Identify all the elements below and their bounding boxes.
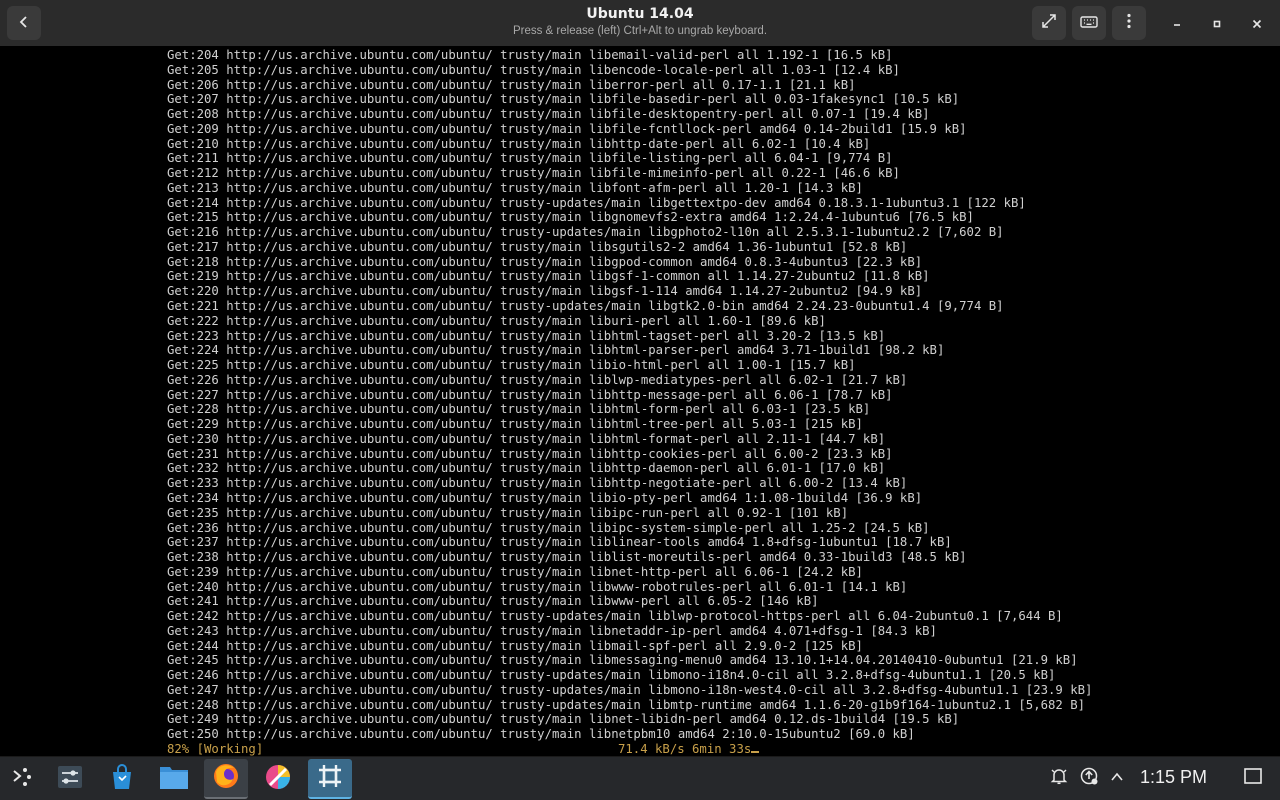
minimize-button[interactable] (1160, 6, 1194, 40)
notifications-icon (1049, 766, 1069, 790)
taskbar: 1:15 PM (0, 756, 1280, 800)
terminal-line: Get:241 http://us.archive.ubuntu.com/ubu… (167, 594, 819, 609)
show-desktop-icon (1243, 766, 1263, 790)
terminal-line: Get:244 http://us.archive.ubuntu.com/ubu… (167, 638, 863, 653)
maximize-icon (1212, 14, 1222, 33)
window-titlebar: Ubuntu 14.04 Press & release (left) Ctrl… (0, 0, 1280, 46)
minimize-icon (1172, 14, 1182, 33)
terminal-line: Get:231 http://us.archive.ubuntu.com/ubu… (167, 446, 893, 461)
system-settings-icon (56, 763, 84, 795)
terminal-line: Get:227 http://us.archive.ubuntu.com/ubu… (167, 387, 893, 402)
fullscreen-icon (1041, 13, 1057, 33)
terminal-line: Get:232 http://us.archive.ubuntu.com/ubu… (167, 461, 886, 476)
terminal-line: Get:235 http://us.archive.ubuntu.com/ubu… (167, 505, 849, 520)
download-rate-text: 71.4 kB/s 6min 33s (618, 742, 752, 756)
chevron-left-icon (17, 14, 31, 33)
tray-expand[interactable] (1106, 767, 1128, 789)
vertical-dots-icon (1126, 13, 1132, 33)
terminal-line: Get:219 http://us.archive.ubuntu.com/ubu… (167, 269, 930, 284)
firefox-icon (212, 762, 240, 794)
terminal-line: Get:245 http://us.archive.ubuntu.com/ubu… (167, 653, 1078, 668)
terminal-line: Get:230 http://us.archive.ubuntu.com/ubu… (167, 431, 886, 446)
terminal-line: Get:250 http://us.archive.ubuntu.com/ubu… (167, 727, 915, 742)
menu-button[interactable] (1112, 6, 1146, 40)
terminal-line: Get:246 http://us.archive.ubuntu.com/ubu… (167, 668, 1056, 683)
taskbar-file-manager[interactable] (152, 759, 196, 799)
terminal-line: Get:239 http://us.archive.ubuntu.com/ubu… (167, 564, 863, 579)
close-icon (1252, 14, 1262, 33)
back-button[interactable] (7, 6, 41, 40)
application-launcher-icon (10, 765, 34, 793)
window-title: Ubuntu 14.04 (586, 6, 694, 22)
terminal-line: Get:214 http://us.archive.ubuntu.com/ubu… (167, 195, 1026, 210)
terminal-line: Get:204 http://us.archive.ubuntu.com/ubu… (167, 48, 893, 62)
terminal-line: Get:217 http://us.archive.ubuntu.com/ubu… (167, 239, 908, 254)
terminal-line: Get:236 http://us.archive.ubuntu.com/ubu… (167, 520, 930, 535)
maximize-button[interactable] (1200, 6, 1234, 40)
terminal-line: Get:207 http://us.archive.ubuntu.com/ubu… (167, 92, 960, 107)
discover-store-icon (108, 763, 136, 795)
terminal-line: Get:237 http://us.archive.ubuntu.com/ubu… (167, 535, 952, 550)
terminal-line: Get:225 http://us.archive.ubuntu.com/ubu… (167, 358, 856, 373)
terminal-line: Get:243 http://us.archive.ubuntu.com/ubu… (167, 623, 937, 638)
terminal-line: Get:213 http://us.archive.ubuntu.com/ubu… (167, 180, 863, 195)
terminal-line: Get:206 http://us.archive.ubuntu.com/ubu… (167, 77, 856, 92)
show-desktop-button[interactable] (1242, 767, 1264, 789)
virtual-machine-app-icon (316, 762, 344, 794)
terminal-line: Get:238 http://us.archive.ubuntu.com/ubu… (167, 550, 967, 565)
terminal-line: Get:211 http://us.archive.ubuntu.com/ubu… (167, 151, 893, 166)
terminal-line: Get:223 http://us.archive.ubuntu.com/ubu… (167, 328, 886, 343)
terminal-line: Get:210 http://us.archive.ubuntu.com/ubu… (167, 136, 871, 151)
terminal-line: Get:226 http://us.archive.ubuntu.com/ubu… (167, 372, 908, 387)
terminal-line: Get:208 http://us.archive.ubuntu.com/ubu… (167, 107, 930, 122)
terminal-line: Get:247 http://us.archive.ubuntu.com/ubu… (167, 682, 1093, 697)
taskbar-firefox[interactable] (204, 759, 248, 799)
terminal-output: Get:204 http://us.archive.ubuntu.com/ubu… (167, 48, 1092, 742)
terminal-line: Get:248 http://us.archive.ubuntu.com/ubu… (167, 697, 1086, 712)
terminal-line: Get:228 http://us.archive.ubuntu.com/ubu… (167, 402, 871, 417)
keyboard-icon (1080, 14, 1098, 33)
terminal-line: Get:221 http://us.archive.ubuntu.com/ubu… (167, 299, 1004, 314)
terminal-line: Get:212 http://us.archive.ubuntu.com/ubu… (167, 166, 900, 181)
terminal-line: Get:242 http://us.archive.ubuntu.com/ubu… (167, 609, 1063, 624)
keyboard-button[interactable] (1072, 6, 1106, 40)
progress-status: 82% [Working] (167, 742, 264, 756)
terminal-line: Get:218 http://us.archive.ubuntu.com/ubu… (167, 254, 923, 269)
file-manager-icon (159, 764, 189, 794)
terminal-line: Get:215 http://us.archive.ubuntu.com/ubu… (167, 210, 974, 225)
fullscreen-button[interactable] (1032, 6, 1066, 40)
terminal-line: Get:216 http://us.archive.ubuntu.com/ubu… (167, 225, 1004, 240)
tray-updates[interactable] (1078, 767, 1100, 789)
terminal-cursor (751, 751, 760, 753)
tray-notifications[interactable] (1048, 767, 1070, 789)
taskbar-virtual-machine[interactable] (308, 759, 352, 799)
updates-icon (1079, 766, 1099, 790)
terminal-line: Get:220 http://us.archive.ubuntu.com/ubu… (167, 284, 923, 299)
terminal-line: Get:229 http://us.archive.ubuntu.com/ubu… (167, 417, 863, 432)
application-launcher-button[interactable] (0, 759, 44, 799)
taskbar-clock[interactable]: 1:15 PM (1140, 767, 1207, 788)
terminal-line: Get:209 http://us.archive.ubuntu.com/ubu… (167, 121, 967, 136)
color-picker-app-icon (264, 763, 292, 795)
taskbar-color-app[interactable] (256, 759, 300, 799)
download-rate: 71.4 kB/s 6min 33s (618, 742, 760, 756)
close-button[interactable] (1240, 6, 1274, 40)
taskbar-discover[interactable] (100, 759, 144, 799)
terminal-line: Get:240 http://us.archive.ubuntu.com/ubu… (167, 579, 908, 594)
terminal-line: Get:222 http://us.archive.ubuntu.com/ubu… (167, 313, 826, 328)
taskbar-system-settings[interactable] (48, 759, 92, 799)
terminal-line: Get:205 http://us.archive.ubuntu.com/ubu… (167, 62, 900, 77)
chevron-up-icon (1110, 769, 1124, 788)
window-subtitle: Press & release (left) Ctrl+Alt to ungra… (512, 25, 768, 37)
window-title-block: Ubuntu 14.04 Press & release (left) Ctrl… (340, 6, 940, 37)
terminal-line: Get:249 http://us.archive.ubuntu.com/ubu… (167, 712, 960, 727)
terminal-line: Get:224 http://us.archive.ubuntu.com/ubu… (167, 343, 945, 358)
terminal-screen[interactable]: Get:204 http://us.archive.ubuntu.com/ubu… (0, 46, 1280, 756)
terminal-line: Get:233 http://us.archive.ubuntu.com/ubu… (167, 476, 908, 491)
terminal-line: Get:234 http://us.archive.ubuntu.com/ubu… (167, 490, 923, 505)
